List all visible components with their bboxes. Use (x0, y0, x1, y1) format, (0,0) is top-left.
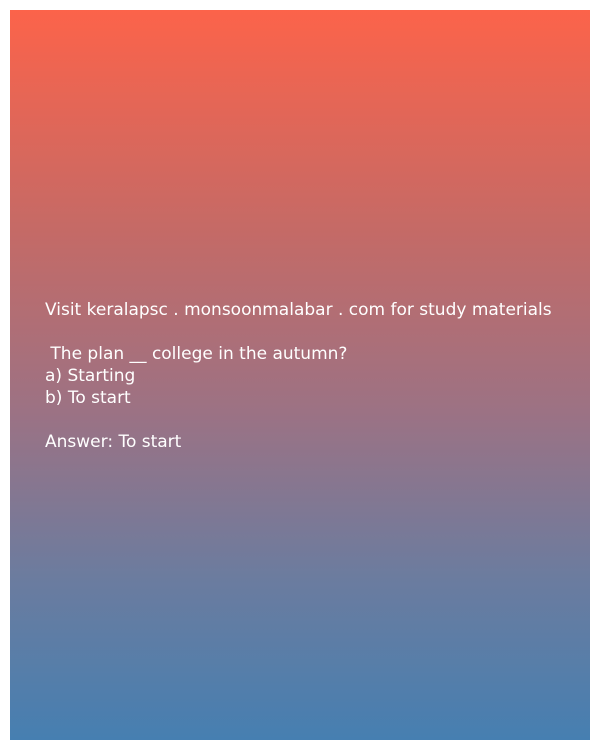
answer-text: Answer: To start (45, 432, 182, 452)
option-a: a) Starting (45, 366, 136, 386)
option-b: b) To start (45, 388, 131, 408)
visit-text: Visit keralapsc . monsoonmalabar . com f… (45, 300, 552, 320)
question-card: Visit keralapsc . monsoonmalabar . com f… (10, 10, 590, 740)
question-content: Visit keralapsc . monsoonmalabar . com f… (45, 299, 585, 453)
question-prompt: The plan __ college in the autumn? (45, 344, 348, 364)
